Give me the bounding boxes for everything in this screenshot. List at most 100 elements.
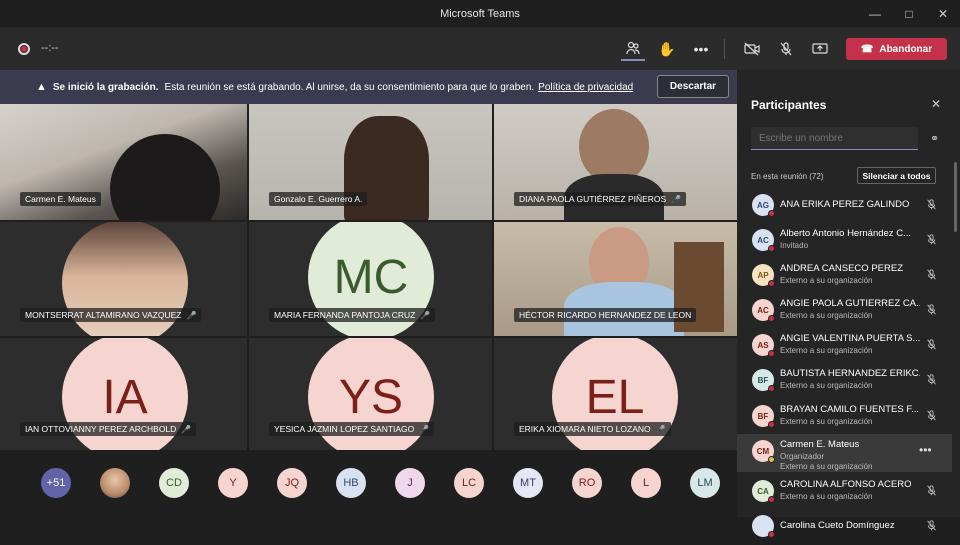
overflow-avatar[interactable] bbox=[100, 468, 130, 498]
phone-hangup-icon: ☎ bbox=[860, 43, 874, 55]
mic-off-icon: 🎤 bbox=[419, 424, 430, 434]
presence-dot bbox=[768, 385, 775, 392]
overflow-avatar[interactable]: JQ bbox=[277, 468, 307, 498]
participant-subtitle: Organizador bbox=[780, 452, 825, 461]
mic-off-icon[interactable] bbox=[926, 374, 937, 388]
participant-row[interactable]: BF BRAYAN CAMILO FUENTES F... Externo a su… bbox=[737, 399, 952, 435]
close-window-icon[interactable]: ✕ bbox=[926, 0, 960, 27]
participant-row[interactable]: AC ANGIE PAOLA GUTIERREZ CA... Externo a s… bbox=[737, 293, 952, 329]
avatar-initials: LC bbox=[461, 477, 477, 489]
video-tile[interactable]: Carmen E. Mateus bbox=[0, 104, 247, 220]
tile-name: Gonzalo E. Guerrero A. bbox=[274, 194, 363, 204]
tile-name: HÉCTOR RICARDO HERNANDEZ DE LEON bbox=[519, 310, 692, 320]
participant-row[interactable]: AS ANGIE VALENTINA PUERTA S... Externo a s… bbox=[737, 328, 952, 364]
mic-off-icon[interactable] bbox=[926, 339, 937, 353]
overflow-avatar[interactable]: L bbox=[631, 468, 661, 498]
search-input[interactable] bbox=[751, 127, 918, 149]
toolbar-divider bbox=[724, 39, 725, 59]
overflow-avatar[interactable]: Y bbox=[218, 468, 248, 498]
participant-avatar: AC bbox=[752, 229, 775, 252]
participant-row[interactable]: AP ANDREA CANSECO PEREZ Externo a su organ… bbox=[737, 258, 952, 294]
participant-row[interactable]: Carolina Cueto Domínguez bbox=[737, 509, 952, 545]
mic-off-icon[interactable] bbox=[774, 37, 798, 61]
mic-off-icon[interactable] bbox=[926, 234, 937, 248]
avatar-initials: BF bbox=[757, 411, 769, 421]
participants-icon[interactable] bbox=[621, 37, 645, 61]
avatar-initials: MT bbox=[520, 477, 536, 489]
avatar-initials: AC bbox=[757, 235, 769, 245]
video-tile[interactable]: EL ERIKA XIOMARA NIETO LOZANO 🎤 bbox=[494, 338, 737, 450]
close-panel-icon[interactable]: ✕ bbox=[931, 97, 941, 111]
video-tile[interactable]: IA IAN OTTOVIANNY PEREZ ARCHBOLD 🎤 bbox=[0, 338, 247, 450]
tile-name-tag: DIANA PAOLA GUTIÉRREZ PIÑEROS 🎤 bbox=[514, 192, 687, 206]
participant-row[interactable]: CA CAROLINA ALFONSO ACERO Externo a su org… bbox=[737, 474, 952, 510]
participant-row[interactable]: BF BAUTISTA HERNANDEZ ERIKC... Externo a s… bbox=[737, 363, 952, 399]
participant-subtitle: Externo a su organización bbox=[780, 276, 873, 285]
video-tile[interactable]: MC MARIA FERNANDA PANTOJA CRUZ 🎤 bbox=[249, 222, 492, 336]
participant-name: ANGIE VALENTINA PUERTA S... bbox=[780, 333, 920, 344]
presence-dot bbox=[768, 531, 775, 538]
window-title: Microsoft Teams bbox=[440, 7, 520, 20]
presence-dot bbox=[768, 496, 775, 503]
panel-title: Participantes bbox=[751, 98, 827, 112]
overflow-avatar[interactable]: MT bbox=[513, 468, 543, 498]
mic-off-icon: 🎤 bbox=[671, 194, 682, 204]
mic-off-icon[interactable] bbox=[926, 410, 937, 424]
mic-off-icon: 🎤 bbox=[655, 424, 666, 434]
leave-button[interactable]: ☎ Abandonar bbox=[846, 38, 947, 60]
presence-dot bbox=[768, 421, 775, 428]
video-tile[interactable]: HÉCTOR RICARDO HERNANDEZ DE LEON bbox=[494, 222, 737, 336]
avatar-initials: RO bbox=[578, 477, 596, 489]
participant-name: BAUTISTA HERNANDEZ ERIKC... bbox=[780, 368, 920, 379]
more-options-icon[interactable]: ••• bbox=[919, 443, 932, 457]
presence-dot bbox=[768, 315, 775, 322]
overflow-avatar[interactable]: HB bbox=[336, 468, 366, 498]
overflow-avatar[interactable]: LC bbox=[454, 468, 484, 498]
mic-off-icon[interactable] bbox=[926, 520, 937, 534]
minimize-icon[interactable]: — bbox=[858, 0, 892, 27]
search-field[interactable] bbox=[751, 127, 918, 150]
video-tile[interactable]: Gonzalo E. Guerrero A. bbox=[249, 104, 492, 220]
participant-name: ANGIE PAOLA GUTIERREZ CA... bbox=[780, 298, 920, 309]
tile-name: MARIA FERNANDA PANTOJA CRUZ bbox=[274, 310, 416, 320]
overflow-avatar[interactable]: J bbox=[395, 468, 425, 498]
mic-off-icon[interactable] bbox=[926, 304, 937, 318]
presence-dot bbox=[768, 456, 775, 463]
avatar-initials: HB bbox=[343, 477, 359, 489]
participant-avatar: BF bbox=[752, 405, 775, 428]
participant-row[interactable]: AC Alberto Antonio Hernández C... Invitado bbox=[737, 223, 952, 259]
tile-name-tag: HÉCTOR RICARDO HERNANDEZ DE LEON bbox=[514, 308, 697, 322]
overflow-avatar[interactable]: RO bbox=[572, 468, 602, 498]
camera-off-icon[interactable] bbox=[740, 37, 764, 61]
panel-scrollbar[interactable] bbox=[954, 162, 957, 232]
video-tile[interactable]: YS YESICA JAZMIN LOPEZ SANTIAGO 🎤 bbox=[249, 338, 492, 450]
in-meeting-label: En esta reunión (72) bbox=[751, 172, 824, 181]
mute-all-button[interactable]: Silenciar a todos bbox=[857, 167, 936, 184]
share-invite-icon[interactable]: ⚭ bbox=[930, 132, 939, 145]
more-options-icon[interactable]: ••• bbox=[689, 37, 713, 61]
participant-row[interactable]: AG ANA ERIKA PEREZ GALINDO bbox=[737, 188, 952, 224]
maximize-icon[interactable]: □ bbox=[892, 0, 926, 27]
overflow-avatar[interactable]: CD bbox=[159, 468, 189, 498]
avatar-initials: AS bbox=[757, 340, 769, 350]
dismiss-button[interactable]: Descartar bbox=[657, 75, 729, 98]
share-screen-icon[interactable] bbox=[808, 37, 832, 61]
video-tile[interactable]: DIANA PAOLA GUTIÉRREZ PIÑEROS 🎤 bbox=[494, 104, 737, 220]
participant-subtitle: Externo a su organización bbox=[780, 417, 873, 426]
tile-name: ERIKA XIOMARA NIETO LOZANO bbox=[519, 424, 651, 434]
privacy-link[interactable]: Política de privacidad bbox=[538, 82, 633, 93]
presence-dot bbox=[768, 350, 775, 357]
participant-row[interactable]: CM Carmen E. Mateus Organizador Externo a s… bbox=[737, 434, 952, 472]
raise-hand-icon[interactable]: ✋ bbox=[655, 37, 679, 61]
mic-off-icon[interactable] bbox=[926, 269, 937, 283]
overflow-count-avatar[interactable]: +51 bbox=[41, 468, 71, 498]
overflow-avatar[interactable]: LM bbox=[690, 468, 720, 498]
tile-name: YESICA JAZMIN LOPEZ SANTIAGO bbox=[274, 424, 415, 434]
mic-off-icon[interactable] bbox=[926, 199, 937, 213]
avatar-initials: MC bbox=[333, 250, 409, 304]
mic-off-icon[interactable] bbox=[926, 485, 937, 499]
participant-name: Alberto Antonio Hernández C... bbox=[780, 228, 911, 239]
video-tile[interactable]: MONTSERRAT ALTAMIRANO VAZQUEZ 🎤 bbox=[0, 222, 247, 336]
presence-dot bbox=[768, 210, 775, 217]
avatar-initials: AP bbox=[757, 270, 769, 280]
